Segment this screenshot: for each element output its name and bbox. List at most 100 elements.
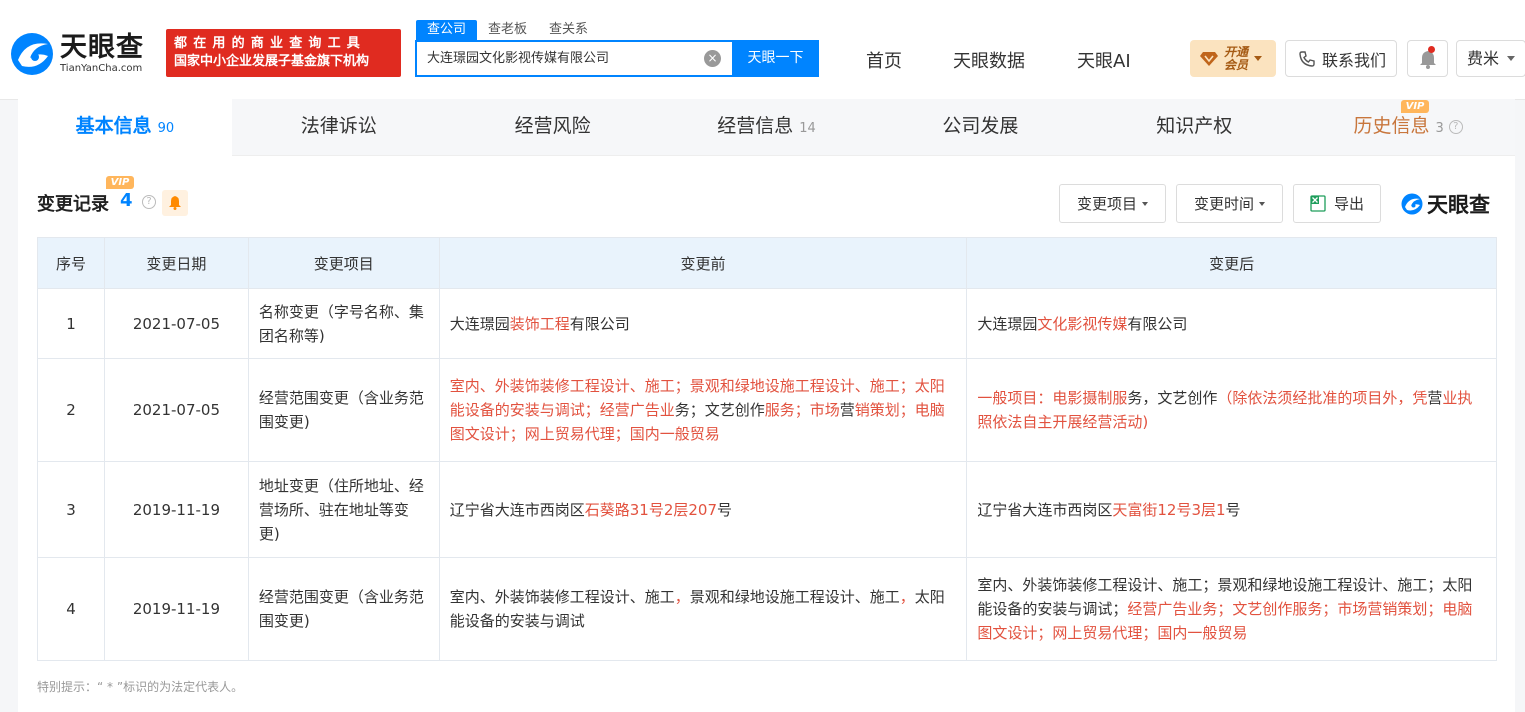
site-logo[interactable]: 天眼查 TianYanCha.com — [8, 30, 144, 78]
bell-icon — [1420, 51, 1436, 69]
phone-icon — [1299, 50, 1315, 67]
caret-down-icon — [1259, 201, 1265, 206]
export-button[interactable]: 导出 — [1293, 184, 1381, 223]
logo-en: TianYanCha.com — [60, 63, 143, 74]
search-box: × — [415, 40, 733, 77]
unchanged-text: 营 — [839, 401, 855, 419]
changed-text: 文化影视传媒 — [1037, 314, 1128, 333]
clear-icon[interactable]: × — [704, 50, 721, 67]
caret-down-icon — [1507, 56, 1516, 61]
tab-label: 公司发展 — [942, 115, 1019, 137]
changed-text: 天富街12号3层1 — [1112, 500, 1226, 519]
unchanged-text: 室内、外装饰装修工程设计、施工 — [449, 588, 675, 606]
table-row: 1 2021-07-05 名称变更（字号名称、集团名称等) 大连璟园装饰工程有限公司大… — [37, 288, 1497, 359]
slogan-line-2: 国家中小企业发展子基金旗下机构 — [174, 54, 370, 69]
vip-badge: VIP — [1401, 100, 1429, 113]
search-button[interactable]: 天眼一下 — [732, 40, 819, 77]
tab-count: 3 — [1435, 121, 1444, 136]
cell-before: 大连璟园装饰工程有限公司 — [438, 288, 968, 359]
cell-date: 2021-07-05 — [103, 288, 249, 359]
tab-label: 知识产权 — [1156, 115, 1233, 137]
cell-before: 室内、外装饰装修工程设计、施工，景观和绿地设施工程设计、施工，太阳能设备的安装与… — [438, 557, 968, 661]
contact-label: 联系我们 — [1322, 50, 1387, 70]
help-icon[interactable]: ? — [1448, 119, 1463, 134]
search-tab-boss[interactable]: 查老板 — [477, 20, 538, 40]
watermark-logo: 天眼查 — [1400, 189, 1490, 219]
filter-change-item[interactable]: 变更项目 — [1059, 184, 1166, 223]
unchanged-text: 有限公司 — [569, 314, 630, 333]
user-menu[interactable]: 费米 — [1456, 40, 1525, 77]
tab-business[interactable]: 经营信息 14 — [659, 99, 874, 156]
tianyancha-logo-icon — [1401, 193, 1423, 215]
tab-legal[interactable]: 法律诉讼 — [231, 99, 446, 156]
tab-label: 历史信息 — [1353, 115, 1430, 137]
cell-after: 辽宁省大连市西岗区天富街12号3层1号 — [966, 461, 1497, 558]
filter-change-time[interactable]: 变更时间 — [1176, 184, 1283, 223]
search-tab-relation[interactable]: 查关系 — [538, 20, 599, 40]
logo-cn: 天眼查 — [60, 32, 144, 63]
tab-development[interactable]: 公司发展 — [873, 99, 1088, 156]
main-tabs: 基本信息 90 法律诉讼 经营风险 经营信息 14 公司发展 知识产权 历史信息 3? — [18, 99, 1516, 156]
cell-item: 名称变更（字号名称、集团名称等) — [247, 288, 440, 359]
unchanged-text: 辽宁省大连市西岗区 — [449, 500, 585, 519]
slogan-banner: 都在用的商业查询工具 国家中小企业发展子基金旗下机构 — [166, 29, 401, 77]
table-header-row: 序号 变更日期 变更项目 变更前 变更后 — [37, 237, 1497, 289]
col-header-no: 序号 — [37, 237, 105, 289]
contact-us-button[interactable]: 联系我们 — [1285, 40, 1397, 77]
cell-before: 辽宁省大连市西岗区石葵路31号2层207号 — [438, 461, 968, 558]
section-count: 4 — [120, 190, 133, 211]
vip-label-2: 会员 — [1224, 57, 1249, 72]
nav-ai[interactable]: 天眼AI — [1077, 47, 1131, 73]
changed-text: 装饰工程 — [509, 314, 570, 333]
nav-data[interactable]: 天眼数据 — [953, 47, 1025, 73]
change-record-table: 序号 变更日期 变更项目 变更前 变更后 1 2021-07-05 名称变更（字号名… — [37, 237, 1497, 661]
changed-text: ， — [674, 588, 690, 606]
cell-date: 2019-11-19 — [103, 557, 249, 661]
search-input[interactable] — [427, 42, 697, 75]
tab-count: 90 — [157, 121, 175, 136]
filter-label: 变更时间 — [1193, 195, 1254, 213]
filter-label: 变更项目 — [1076, 195, 1137, 213]
cell-after: 一般项目：电影摄制服务，文艺创作（除依法须经批准的项目外，凭营业执照依法自主开展… — [966, 358, 1497, 462]
monitor-button[interactable] — [162, 190, 188, 216]
tab-label: 经营信息 — [717, 115, 794, 137]
vip-label-1: 开通 — [1224, 44, 1249, 59]
help-icon[interactable]: ? — [142, 195, 156, 209]
cell-after: 大连璟园文化影视传媒有限公司 — [966, 288, 1497, 359]
unchanged-text: 有限公司 — [1127, 314, 1188, 333]
unchanged-text: 营 — [1427, 389, 1443, 407]
cell-item: 经营范围变更（含业务范围变更) — [247, 557, 440, 661]
unchanged-text: 景观和绿地设施工程设计、施工 — [689, 588, 900, 606]
search-tab-company[interactable]: 查公司 — [416, 20, 478, 40]
cell-no: 1 — [37, 288, 105, 359]
bell-icon — [169, 196, 181, 210]
unchanged-text: 务；文艺创作 — [674, 401, 765, 419]
user-name: 费米 — [1467, 49, 1500, 68]
tab-basic-info[interactable]: 基本信息 90 — [18, 99, 232, 156]
nav-home[interactable]: 首页 — [866, 47, 902, 73]
changed-text: 服务；市场 — [764, 401, 840, 419]
slogan-line-1: 都在用的商业查询工具 — [174, 36, 367, 51]
export-label: 导出 — [1333, 195, 1364, 213]
cell-item: 经营范围变更（含业务范围变更) — [247, 358, 440, 462]
unchanged-text: 号 — [717, 500, 733, 519]
notification-button[interactable] — [1407, 40, 1448, 77]
tab-ip[interactable]: 知识产权 — [1087, 99, 1302, 156]
vip-open-button[interactable]: 开通 会员 — [1190, 40, 1276, 77]
cell-before: 室内、外装饰装修工程设计、施工；景观和绿地设施工程设计、施工；太阳能设备的安装与… — [438, 358, 968, 462]
unchanged-text: 大连璟园 — [449, 314, 510, 333]
col-header-date: 变更日期 — [103, 237, 249, 289]
caret-down-icon — [1142, 201, 1148, 206]
table-row: 2 2021-07-05 经营范围变更（含业务范围变更) 室内、外装饰装修工程设计、施… — [37, 358, 1497, 462]
unchanged-text: 号 — [1225, 500, 1241, 519]
vip-badge: VIP — [106, 176, 134, 189]
unread-dot — [1428, 46, 1435, 53]
cell-item: 地址变更（住所地址、经营场所、驻在地址等变更) — [247, 461, 440, 558]
cell-date: 2019-11-19 — [103, 461, 249, 558]
unchanged-text: 大连璟园 — [977, 314, 1038, 333]
cell-after: 室内、外装饰装修工程设计、施工；景观和绿地设施工程设计、施工；太阳能设备的安装与… — [966, 557, 1497, 661]
unchanged-text: 务，文艺创作 — [1127, 389, 1218, 407]
col-header-before: 变更前 — [438, 237, 968, 289]
search-type-tabs: 查公司 查老板 查关系 — [416, 20, 599, 40]
tab-risk[interactable]: 经营风险 — [445, 99, 660, 156]
